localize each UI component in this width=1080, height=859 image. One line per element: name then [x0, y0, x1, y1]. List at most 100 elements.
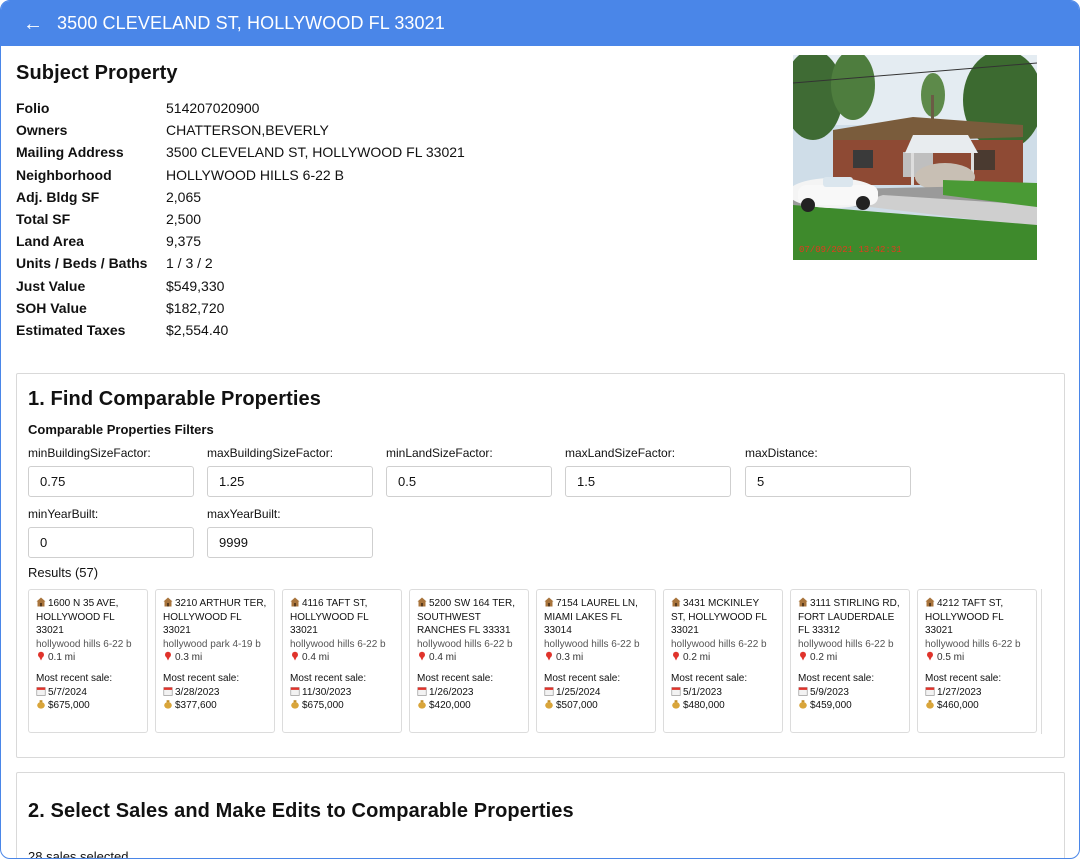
- house-icon: [36, 597, 48, 609]
- recent-sale-label: Most recent sale:: [925, 672, 1002, 684]
- recent-sale-label: Most recent sale:: [163, 672, 240, 684]
- property-value: 3500 CLEVELAND ST, HOLLYWOOD FL 33021: [166, 144, 465, 161]
- sales-selected-count: 28 sales selected: [28, 849, 129, 859]
- comparable-card[interactable]: 4116 TAFT ST, HOLLYWOOD FL 33021 hollywoo…: [282, 589, 402, 733]
- sale-price: $460,000: [937, 700, 979, 712]
- comparable-card[interactable]: 4212 TAFT ST, HOLLYWOOD FL 33021 hollywoo…: [917, 589, 1037, 733]
- pin-icon: [925, 652, 937, 663]
- recent-sale-label: Most recent sale:: [290, 672, 367, 684]
- comparable-address: 5200 SW 164 TER, SOUTHWEST RANCHES FL 33…: [417, 598, 515, 637]
- sale-price: $675,000: [302, 700, 344, 712]
- sale-date: 11/30/2023: [302, 686, 352, 698]
- comparable-neighborhood: hollywood hills 6-22 b: [36, 638, 132, 650]
- filter-input[interactable]: 0.75: [28, 466, 194, 497]
- comparable-distance: 0.4 mi: [302, 652, 330, 664]
- calendar-icon: [544, 686, 556, 698]
- calendar-icon: [290, 686, 302, 698]
- filter-input[interactable]: 0: [28, 527, 194, 558]
- property-photo: 07/09/2021 13:42:31: [793, 55, 1037, 260]
- comparable-neighborhood: hollywood hills 6-22 b: [417, 638, 513, 650]
- sale-date: 5/9/2023: [810, 686, 849, 698]
- app-window: ← 3500 CLEVELAND ST, HOLLYWOOD FL 33021 …: [0, 0, 1080, 859]
- comparable-distance: 0.3 mi: [175, 652, 203, 664]
- house-icon: [925, 597, 937, 609]
- pin-icon: [671, 652, 683, 663]
- sale-price: $459,000: [810, 700, 852, 712]
- sale-price: $377,600: [175, 700, 217, 712]
- pin-icon: [36, 652, 48, 663]
- sale-date: 3/28/2023: [175, 686, 220, 698]
- calendar-icon: [163, 686, 175, 698]
- filter-field: minLandSizeFactor: 0.5: [386, 446, 552, 497]
- comparable-card[interactable]: 7154 LAUREL LN, MIAMI LAKES FL 33014 holl…: [536, 589, 656, 733]
- comparable-address: 7154 LAUREL LN, MIAMI LAKES FL 33014: [544, 598, 638, 637]
- comparable-address: 1600 N 35 AVE, HOLLYWOOD FL 33021: [36, 598, 119, 637]
- filter-label: minBuildingSizeFactor:: [28, 446, 151, 460]
- comparable-card[interactable]: 3210 ARTHUR TER, HOLLYWOOD FL 33021 holly…: [155, 589, 275, 733]
- filter-field: minYearBuilt: 0: [28, 507, 194, 558]
- comparable-distance: 0.2 mi: [810, 652, 838, 664]
- filter-input[interactable]: 0.5: [386, 466, 552, 497]
- property-label: Neighborhood: [16, 166, 112, 183]
- property-value: 2,500: [166, 210, 202, 227]
- property-label: Folio: [16, 100, 50, 116]
- back-arrow-icon[interactable]: ←: [23, 14, 43, 34]
- money-bag-icon: [544, 700, 556, 711]
- filter-input[interactable]: 1.5: [565, 466, 731, 497]
- filter-input[interactable]: 9999: [207, 527, 373, 558]
- property-value: 514207020900: [166, 100, 260, 116]
- property-value: HOLLYWOOD HILLS 6-22 B: [166, 166, 344, 183]
- sale-price: $675,000: [48, 700, 90, 712]
- calendar-icon: [36, 686, 48, 698]
- comparable-card[interactable]: 5200 SW 164 TER, SOUTHWEST RANCHES FL 33…: [409, 589, 529, 733]
- recent-sale-label: Most recent sale:: [671, 672, 748, 684]
- comparable-address: 4116 TAFT ST, HOLLYWOOD FL 33021: [290, 598, 369, 637]
- filter-input[interactable]: 5: [745, 466, 911, 497]
- pin-icon: [544, 652, 556, 663]
- sale-price: $420,000: [429, 700, 471, 712]
- sale-date: 1/26/2023: [429, 686, 474, 698]
- comparable-address: 3210 ARTHUR TER, HOLLYWOOD FL 33021: [163, 598, 267, 637]
- calendar-icon: [417, 686, 429, 698]
- comparable-card[interactable]: 3111 STIRLING RD, FORT LAUDERDALE FL 333…: [790, 589, 910, 733]
- comparable-neighborhood: hollywood hills 6-22 b: [544, 638, 640, 650]
- page-title: 3500 CLEVELAND ST, HOLLYWOOD FL 33021: [57, 13, 445, 33]
- filter-label: maxLandSizeFactor:: [565, 446, 676, 460]
- property-value: $2,554.40: [166, 321, 229, 338]
- comparable-neighborhood: hollywood hills 6-22 b: [671, 638, 767, 650]
- comparable-address: 3431 MCKINLEY ST, HOLLYWOOD FL 33021: [671, 598, 767, 637]
- recent-sale-label: Most recent sale:: [417, 672, 494, 684]
- comparable-address: 3111 STIRLING RD, FORT LAUDERDALE FL 333…: [798, 598, 900, 637]
- property-label: Land Area: [16, 233, 84, 250]
- property-label: Owners: [16, 122, 68, 139]
- pin-icon: [798, 652, 810, 663]
- comparable-card[interactable]: 3431 MCKINLEY ST, HOLLYWOOD FL 33021 holl…: [663, 589, 783, 733]
- find-comparables-card: 1. Find Comparable Properties Comparable…: [16, 373, 1065, 758]
- next-card-edge: [1041, 589, 1042, 734]
- property-photo-image: [793, 55, 1037, 260]
- property-value: CHATTERSON,BEVERLY: [166, 122, 329, 139]
- house-icon: [544, 597, 556, 609]
- recent-sale-label: Most recent sale:: [544, 672, 621, 684]
- property-value: 2,065: [166, 188, 202, 205]
- comparable-distance: 0.4 mi: [429, 652, 457, 664]
- comparable-distance: 0.1 mi: [48, 652, 76, 664]
- property-label: Mailing Address: [16, 144, 124, 161]
- sale-price: $480,000: [683, 700, 725, 712]
- money-bag-icon: [671, 700, 683, 711]
- comparable-card[interactable]: 1600 N 35 AVE, HOLLYWOOD FL 33021 hollywo…: [28, 589, 148, 733]
- results-list[interactable]: 1600 N 35 AVE, HOLLYWOOD FL 33021 hollywo…: [28, 589, 1053, 734]
- filter-field: maxBuildingSizeFactor: 1.25: [207, 446, 373, 497]
- property-label: Adj. Bldg SF: [16, 188, 100, 205]
- comparable-neighborhood: hollywood hills 6-22 b: [798, 638, 894, 650]
- filter-input[interactable]: 1.25: [207, 466, 373, 497]
- property-value: 9,375: [166, 233, 202, 250]
- sale-date: 5/1/2023: [683, 686, 722, 698]
- house-icon: [417, 597, 429, 609]
- filter-field: minBuildingSizeFactor: 0.75: [28, 446, 194, 497]
- house-icon: [290, 597, 302, 609]
- pin-icon: [163, 652, 175, 663]
- recent-sale-label: Most recent sale:: [798, 672, 875, 684]
- select-sales-card: 2. Select Sales and Make Edits to Compar…: [16, 772, 1065, 859]
- comparable-distance: 0.5 mi: [937, 652, 965, 664]
